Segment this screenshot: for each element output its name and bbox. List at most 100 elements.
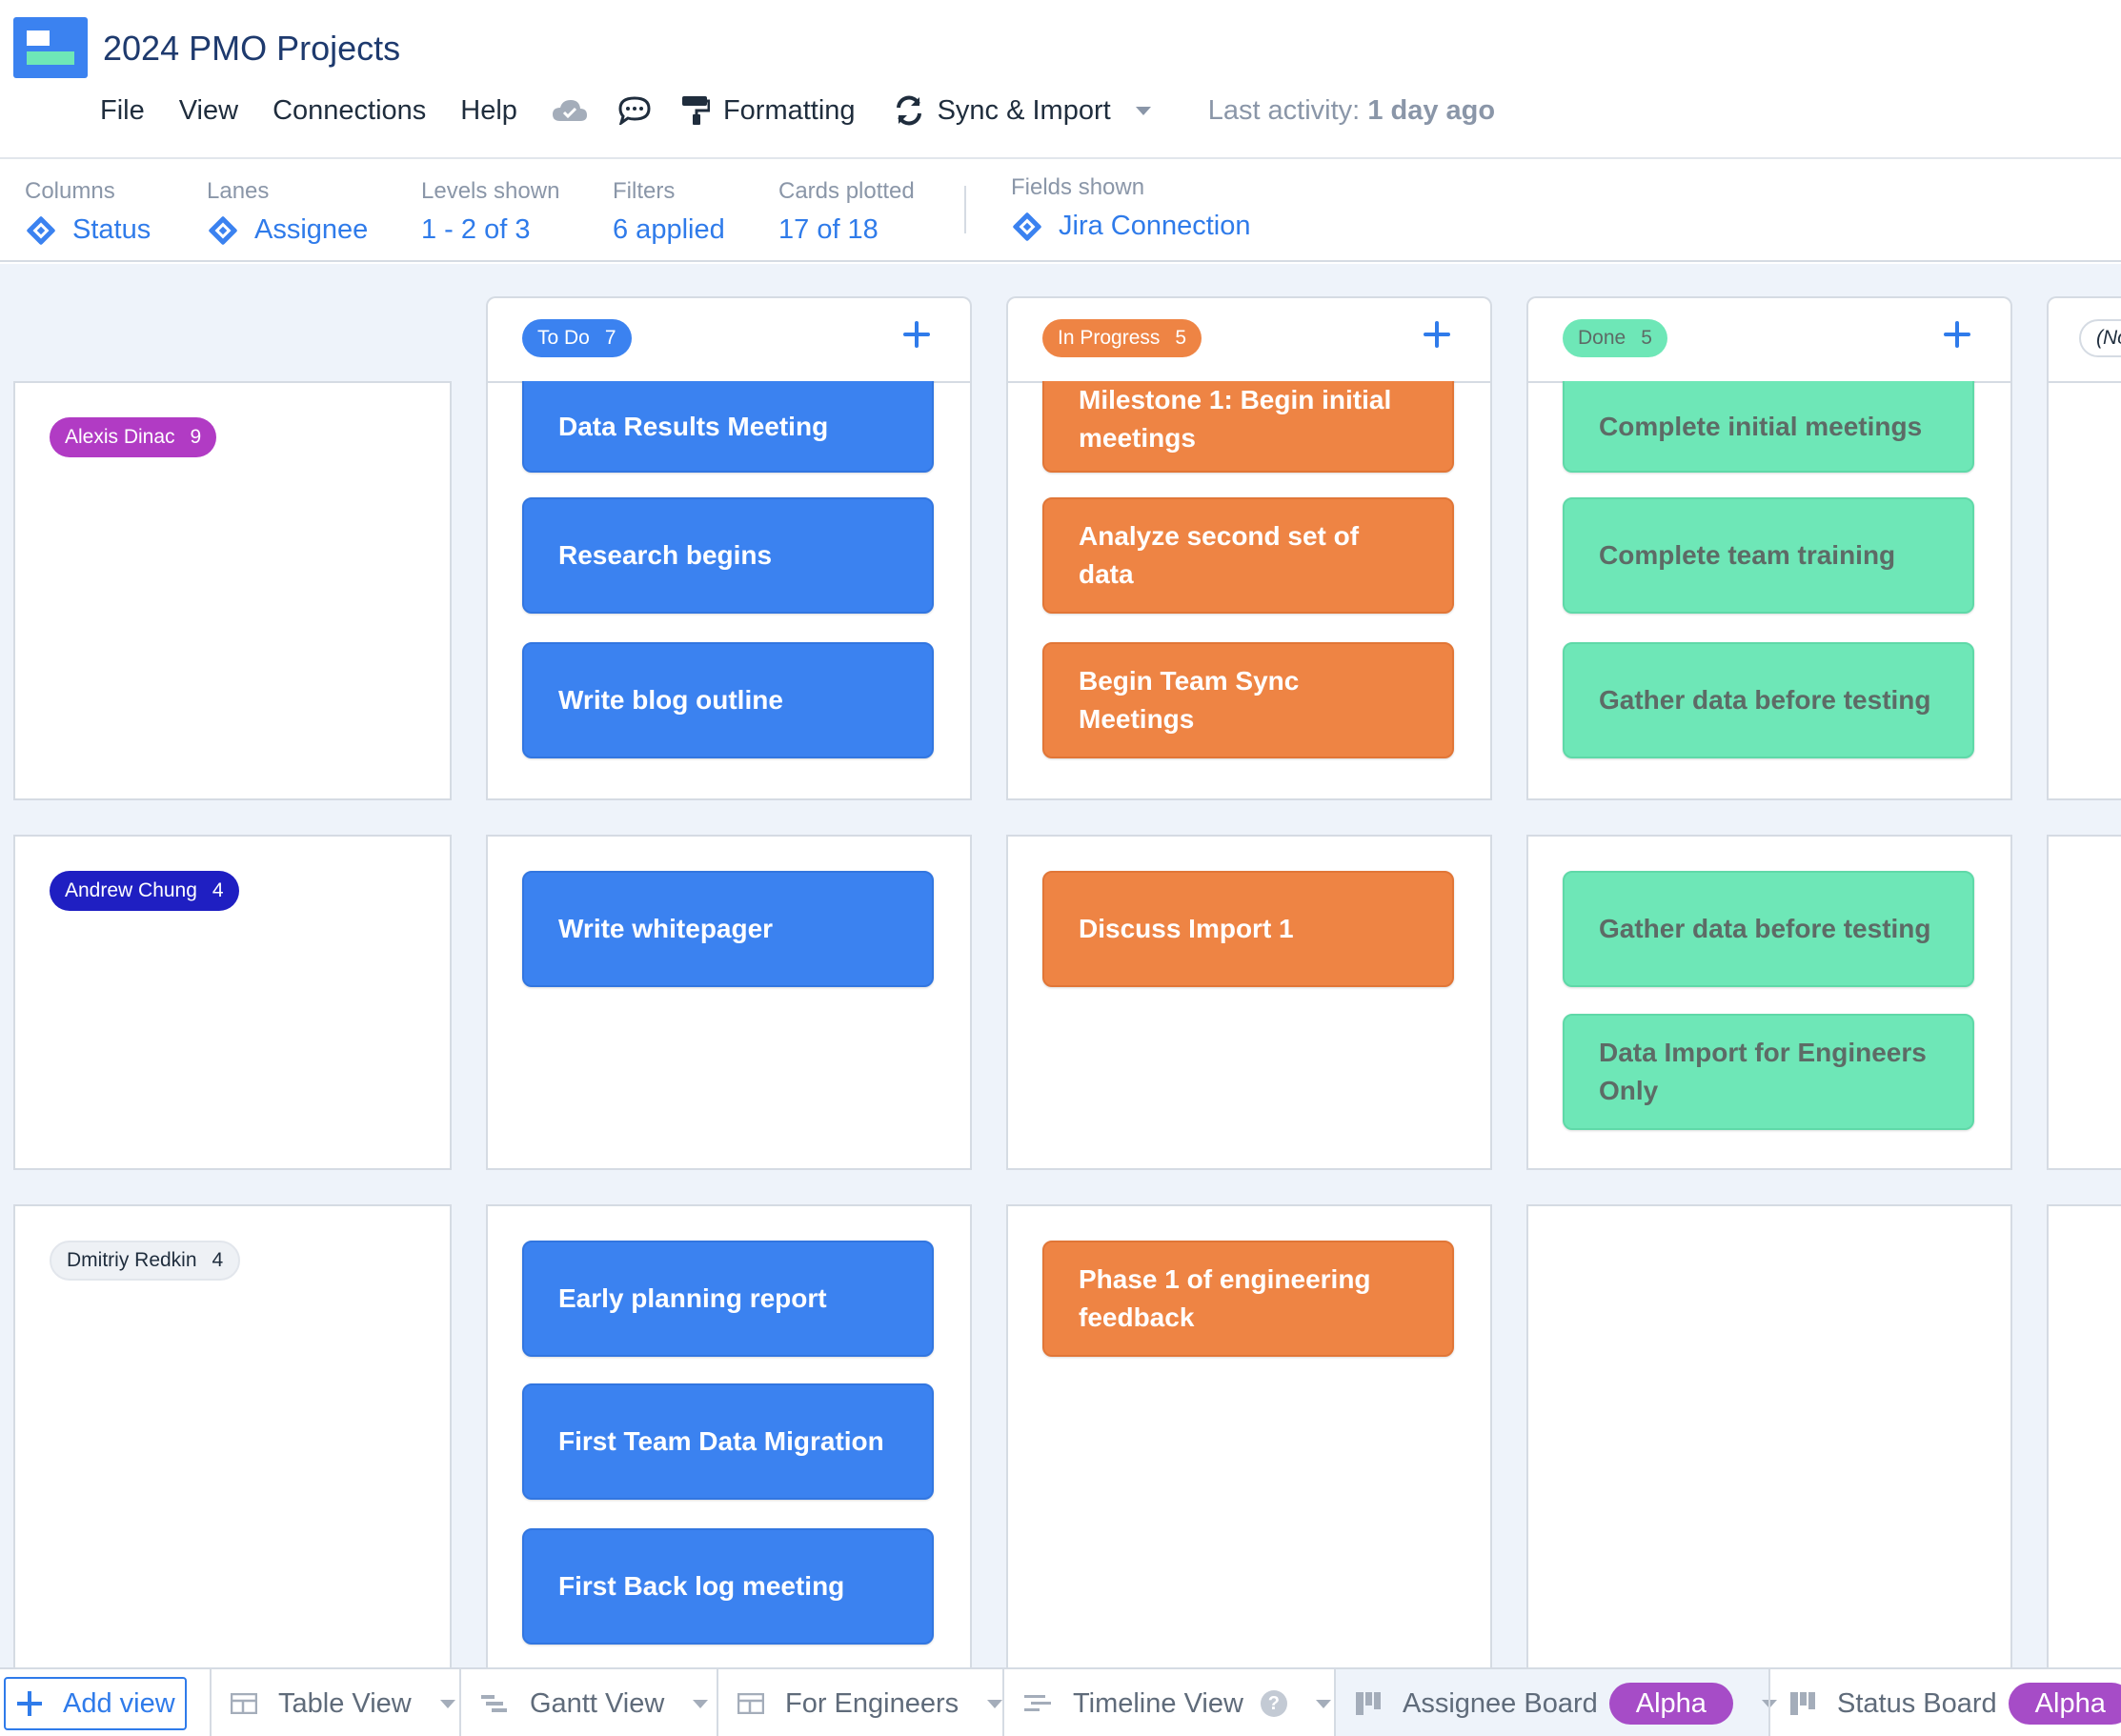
menu-help[interactable]: Help	[460, 95, 517, 127]
cards-plotted-label: Cards plotted	[778, 178, 915, 204]
fields-shown-label: Fields shown	[1011, 174, 1145, 200]
menu-view[interactable]: View	[179, 95, 238, 127]
lane-name: Dmitriy Redkin	[67, 1249, 197, 1271]
filters-value: 6 applied	[613, 214, 725, 245]
column-count: 7	[604, 327, 616, 349]
cloud-icon[interactable]	[552, 98, 588, 123]
card[interactable]: Data Import for Engineers Only	[1563, 1014, 1974, 1130]
lane-header-alexis-dinac: Alexis Dinac 9	[13, 381, 452, 800]
cell-lane1-none	[2047, 381, 2121, 800]
tab-label: For Engineers	[785, 1687, 960, 1719]
view-settings-bar: Columns Status Lanes Assignee Levels sho…	[0, 159, 2121, 262]
column-count: 5	[1641, 327, 1652, 349]
card[interactable]: Phase 1 of engineering feedback	[1042, 1241, 1454, 1357]
cell-lane2-none	[2047, 835, 2121, 1170]
filters-setting[interactable]: Filters 6 applied	[613, 178, 725, 246]
lanes-value: Assignee	[254, 214, 369, 245]
lane-count: 9	[190, 426, 202, 448]
column-name: Done	[1578, 327, 1626, 349]
column-pill-todo[interactable]: To Do 7	[522, 319, 632, 357]
add-card-icon[interactable]	[1422, 319, 1452, 350]
column-name: In Progress	[1058, 327, 1161, 349]
help-icon[interactable]: ?	[1260, 1690, 1287, 1717]
alpha-badge: Alpha	[2008, 1683, 2121, 1725]
card[interactable]: Gather data before testing	[1563, 642, 1974, 758]
chevron-down-icon[interactable]	[1315, 1699, 1331, 1708]
column-pill-done[interactable]: Done 5	[1563, 319, 1667, 357]
board-icon	[1789, 1691, 1816, 1716]
divider	[964, 186, 966, 233]
card[interactable]: First Team Data Migration	[522, 1383, 934, 1500]
comment-icon[interactable]	[618, 96, 651, 125]
levels-setting[interactable]: Levels shown 1 - 2 of 3	[421, 178, 559, 246]
card[interactable]: Data Results Meeting	[522, 381, 934, 473]
menu-connections[interactable]: Connections	[273, 95, 426, 127]
columns-setting[interactable]: Columns Status	[25, 178, 151, 246]
column-header-done: Done 5	[1526, 296, 2012, 382]
column-pill-in-progress[interactable]: In Progress 5	[1042, 319, 1202, 357]
cell-lane3-none	[2047, 1204, 2121, 1667]
card[interactable]: Gather data before testing	[1563, 871, 1974, 987]
cards-plotted-setting[interactable]: Cards plotted 17 of 18	[778, 178, 915, 246]
column-pill-none[interactable]: (No	[2079, 319, 2121, 357]
fields-shown-setting[interactable]: Fields shown Jira Connection	[1011, 174, 1251, 242]
card[interactable]: Write whitepager	[522, 871, 934, 987]
tab-label: Timeline View	[1073, 1687, 1243, 1719]
last-activity: Last activity: 1 day ago	[1208, 95, 1495, 127]
paint-roller-icon	[681, 96, 710, 125]
tab-label: Gantt View	[530, 1687, 665, 1719]
card[interactable]: First Back log meeting	[522, 1528, 934, 1645]
tab-table-view[interactable]: Table View	[210, 1669, 459, 1736]
card[interactable]: Discuss Import 1	[1042, 871, 1454, 987]
card[interactable]: Research begins	[522, 497, 934, 614]
lane-pill[interactable]: Alexis Dinac 9	[50, 417, 217, 457]
table-icon	[231, 1693, 257, 1714]
cell-lane3-done	[1526, 1204, 2012, 1667]
tab-label: Status Board	[1837, 1687, 1997, 1719]
card[interactable]: Begin Team Sync Meetings	[1042, 642, 1454, 758]
tab-label: Table View	[278, 1687, 412, 1719]
card[interactable]: Analyze second set of data	[1042, 497, 1454, 614]
lanes-setting[interactable]: Lanes Assignee	[207, 178, 368, 246]
app-logo-icon	[13, 17, 88, 78]
menu-file[interactable]: File	[100, 95, 145, 127]
tab-timeline-view[interactable]: Timeline View ?	[1002, 1669, 1334, 1736]
tab-status-board[interactable]: Status Board Alpha	[1768, 1669, 2121, 1736]
card[interactable]: Milestone 1: Begin initial meetings	[1042, 381, 1454, 473]
lane-pill[interactable]: Andrew Chung 4	[50, 871, 239, 911]
column-name: (No	[2096, 327, 2121, 349]
columns-value: Status	[72, 214, 152, 245]
lanes-label: Lanes	[207, 178, 270, 204]
alpha-badge: Alpha	[1608, 1683, 1733, 1725]
add-card-icon[interactable]	[1942, 319, 1972, 350]
sync-import-button[interactable]: Sync & Import	[894, 95, 1151, 127]
lane-header-andrew-chung: Andrew Chung 4	[13, 835, 452, 1170]
chevron-down-icon[interactable]	[439, 1699, 455, 1708]
tab-gantt-view[interactable]: Gantt View	[459, 1669, 717, 1736]
menu-bar: File View Connections Help Formatting Sy…	[100, 91, 1495, 130]
add-view-label: Add view	[63, 1687, 175, 1719]
chevron-down-icon[interactable]	[1135, 106, 1151, 115]
view-tabs: Add view Table View Gantt View For Engin…	[0, 1667, 2121, 1736]
add-card-icon[interactable]	[901, 319, 932, 350]
card[interactable]: Early planning report	[522, 1241, 934, 1357]
last-activity-value: 1 day ago	[1367, 94, 1496, 126]
cards-plotted-value: 17 of 18	[778, 214, 879, 245]
formatting-button[interactable]: Formatting	[681, 95, 856, 127]
column-header-in-progress: In Progress 5	[1006, 296, 1492, 382]
card[interactable]: Write blog outline	[522, 642, 934, 758]
table-icon	[737, 1693, 764, 1714]
chevron-down-icon[interactable]	[987, 1699, 1003, 1708]
sync-icon	[896, 95, 921, 126]
chevron-down-icon[interactable]	[693, 1699, 709, 1708]
tab-for-engineers[interactable]: For Engineers	[717, 1669, 1003, 1736]
gantt-icon	[480, 1693, 509, 1714]
card[interactable]: Complete team training	[1563, 497, 1974, 614]
tab-assignee-board[interactable]: Assignee Board Alpha	[1334, 1669, 1777, 1736]
add-view-button[interactable]: Add view	[4, 1677, 187, 1730]
lane-pill[interactable]: Dmitriy Redkin 4	[50, 1241, 241, 1281]
lane-name: Andrew Chung	[65, 879, 197, 901]
board-icon	[1355, 1691, 1382, 1716]
project-title[interactable]: 2024 PMO Projects	[103, 29, 400, 69]
card[interactable]: Complete initial meetings	[1563, 381, 1974, 473]
